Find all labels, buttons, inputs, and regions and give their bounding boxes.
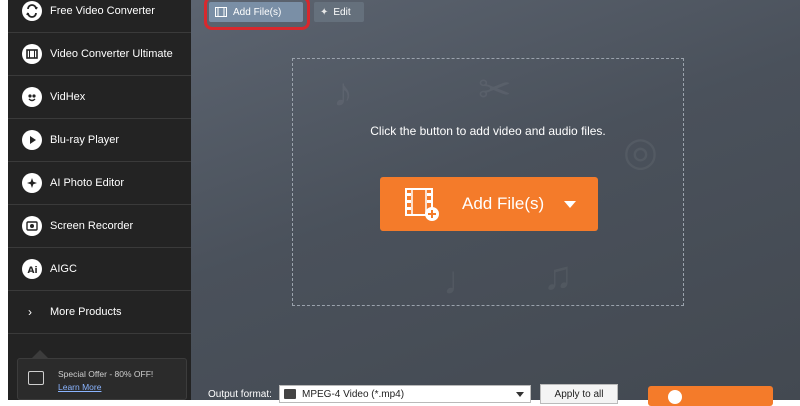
photo-editor-icon <box>22 173 42 193</box>
aigc-icon: Ai <box>22 259 42 279</box>
dropdown-caret-icon[interactable] <box>564 201 576 208</box>
apply-to-all-button[interactable]: Apply to all <box>540 384 618 404</box>
sidebar-item-label: Screen Recorder <box>50 220 134 232</box>
sidebar-item-label: Video Converter Ultimate <box>50 48 173 60</box>
offer-text: Special Offer - 80% OFF! <box>58 369 154 379</box>
add-files-large-button[interactable]: Add File(s) <box>380 177 598 231</box>
mp4-format-icon <box>284 389 296 399</box>
chevron-right-icon: › <box>28 305 32 319</box>
sidebar-item-screen-recorder[interactable]: Screen Recorder <box>8 205 191 248</box>
sidebar-item-blu-ray-player[interactable]: Blu-ray Player <box>8 119 191 162</box>
add-files-large-label: Add File(s) <box>462 194 545 213</box>
sidebar: Free Video Converter Video Converter Ult… <box>8 0 191 400</box>
sidebar-item-free-video-converter[interactable]: Free Video Converter <box>8 0 191 33</box>
sidebar-item-video-converter-ultimate[interactable]: Video Converter Ultimate <box>8 33 191 76</box>
add-film-icon <box>405 188 439 221</box>
offer-notch <box>32 350 48 358</box>
sidebar-item-label: More Products <box>50 306 122 318</box>
sidebar-item-ai-photo-editor[interactable]: AI Photo Editor <box>8 162 191 205</box>
special-offer-box: Special Offer - 80% OFF! Learn More <box>17 358 187 400</box>
add-files-label: Add File(s) <box>233 6 282 18</box>
output-format-value: MPEG-4 Video (*.mp4) <box>302 389 405 400</box>
edit-button[interactable]: ✦ Edit <box>314 2 364 22</box>
sidebar-item-label: AIGC <box>50 263 77 275</box>
vidhex-icon <box>22 87 42 107</box>
gift-icon <box>28 371 44 385</box>
background-decor: ♩ <box>443 259 483 303</box>
sidebar-item-label: Blu-ray Player <box>50 134 120 146</box>
background-decor: ♪ <box>333 71 353 115</box>
output-format-label: Output format: <box>208 389 272 400</box>
chevron-down-icon <box>516 392 524 397</box>
convert-icon <box>668 390 682 404</box>
apply-to-all-label: Apply to all <box>554 388 604 400</box>
drop-zone[interactable]: ♪ ✂ ◎ ♫ ♩ Click the button to add video … <box>292 58 684 306</box>
output-format-select[interactable]: MPEG-4 Video (*.mp4) <box>279 385 531 403</box>
sidebar-item-vidhex[interactable]: VidHex <box>8 76 191 119</box>
svg-text:Ai: Ai <box>28 266 38 276</box>
sidebar-item-aigc[interactable]: Ai AIGC <box>8 248 191 291</box>
sidebar-item-more-products[interactable]: › More Products <box>8 291 191 334</box>
sidebar-item-label: AI Photo Editor <box>50 177 124 189</box>
converter-icon <box>22 1 42 21</box>
main-panel: Add File(s) ✦ Edit ♪ ✂ ◎ ♫ ♩ Click the b… <box>191 0 800 406</box>
sidebar-item-label: VidHex <box>50 91 86 103</box>
play-icon <box>22 130 42 150</box>
add-files-button[interactable]: Add File(s) <box>209 2 303 22</box>
sidebar-item-label: Free Video Converter <box>50 5 155 17</box>
sparkle-icon: ✦ <box>320 6 329 18</box>
film-icon <box>215 7 227 17</box>
background-decor: ♫ <box>543 254 573 298</box>
background-decor: ✂ <box>478 68 512 112</box>
edit-label: Edit <box>333 6 351 18</box>
record-icon <box>22 216 42 236</box>
film-icon <box>22 44 42 64</box>
drop-zone-prompt: Click the button to add video and audio … <box>370 124 606 138</box>
learn-more-link[interactable]: Learn More <box>58 382 101 392</box>
convert-button[interactable] <box>648 386 773 406</box>
